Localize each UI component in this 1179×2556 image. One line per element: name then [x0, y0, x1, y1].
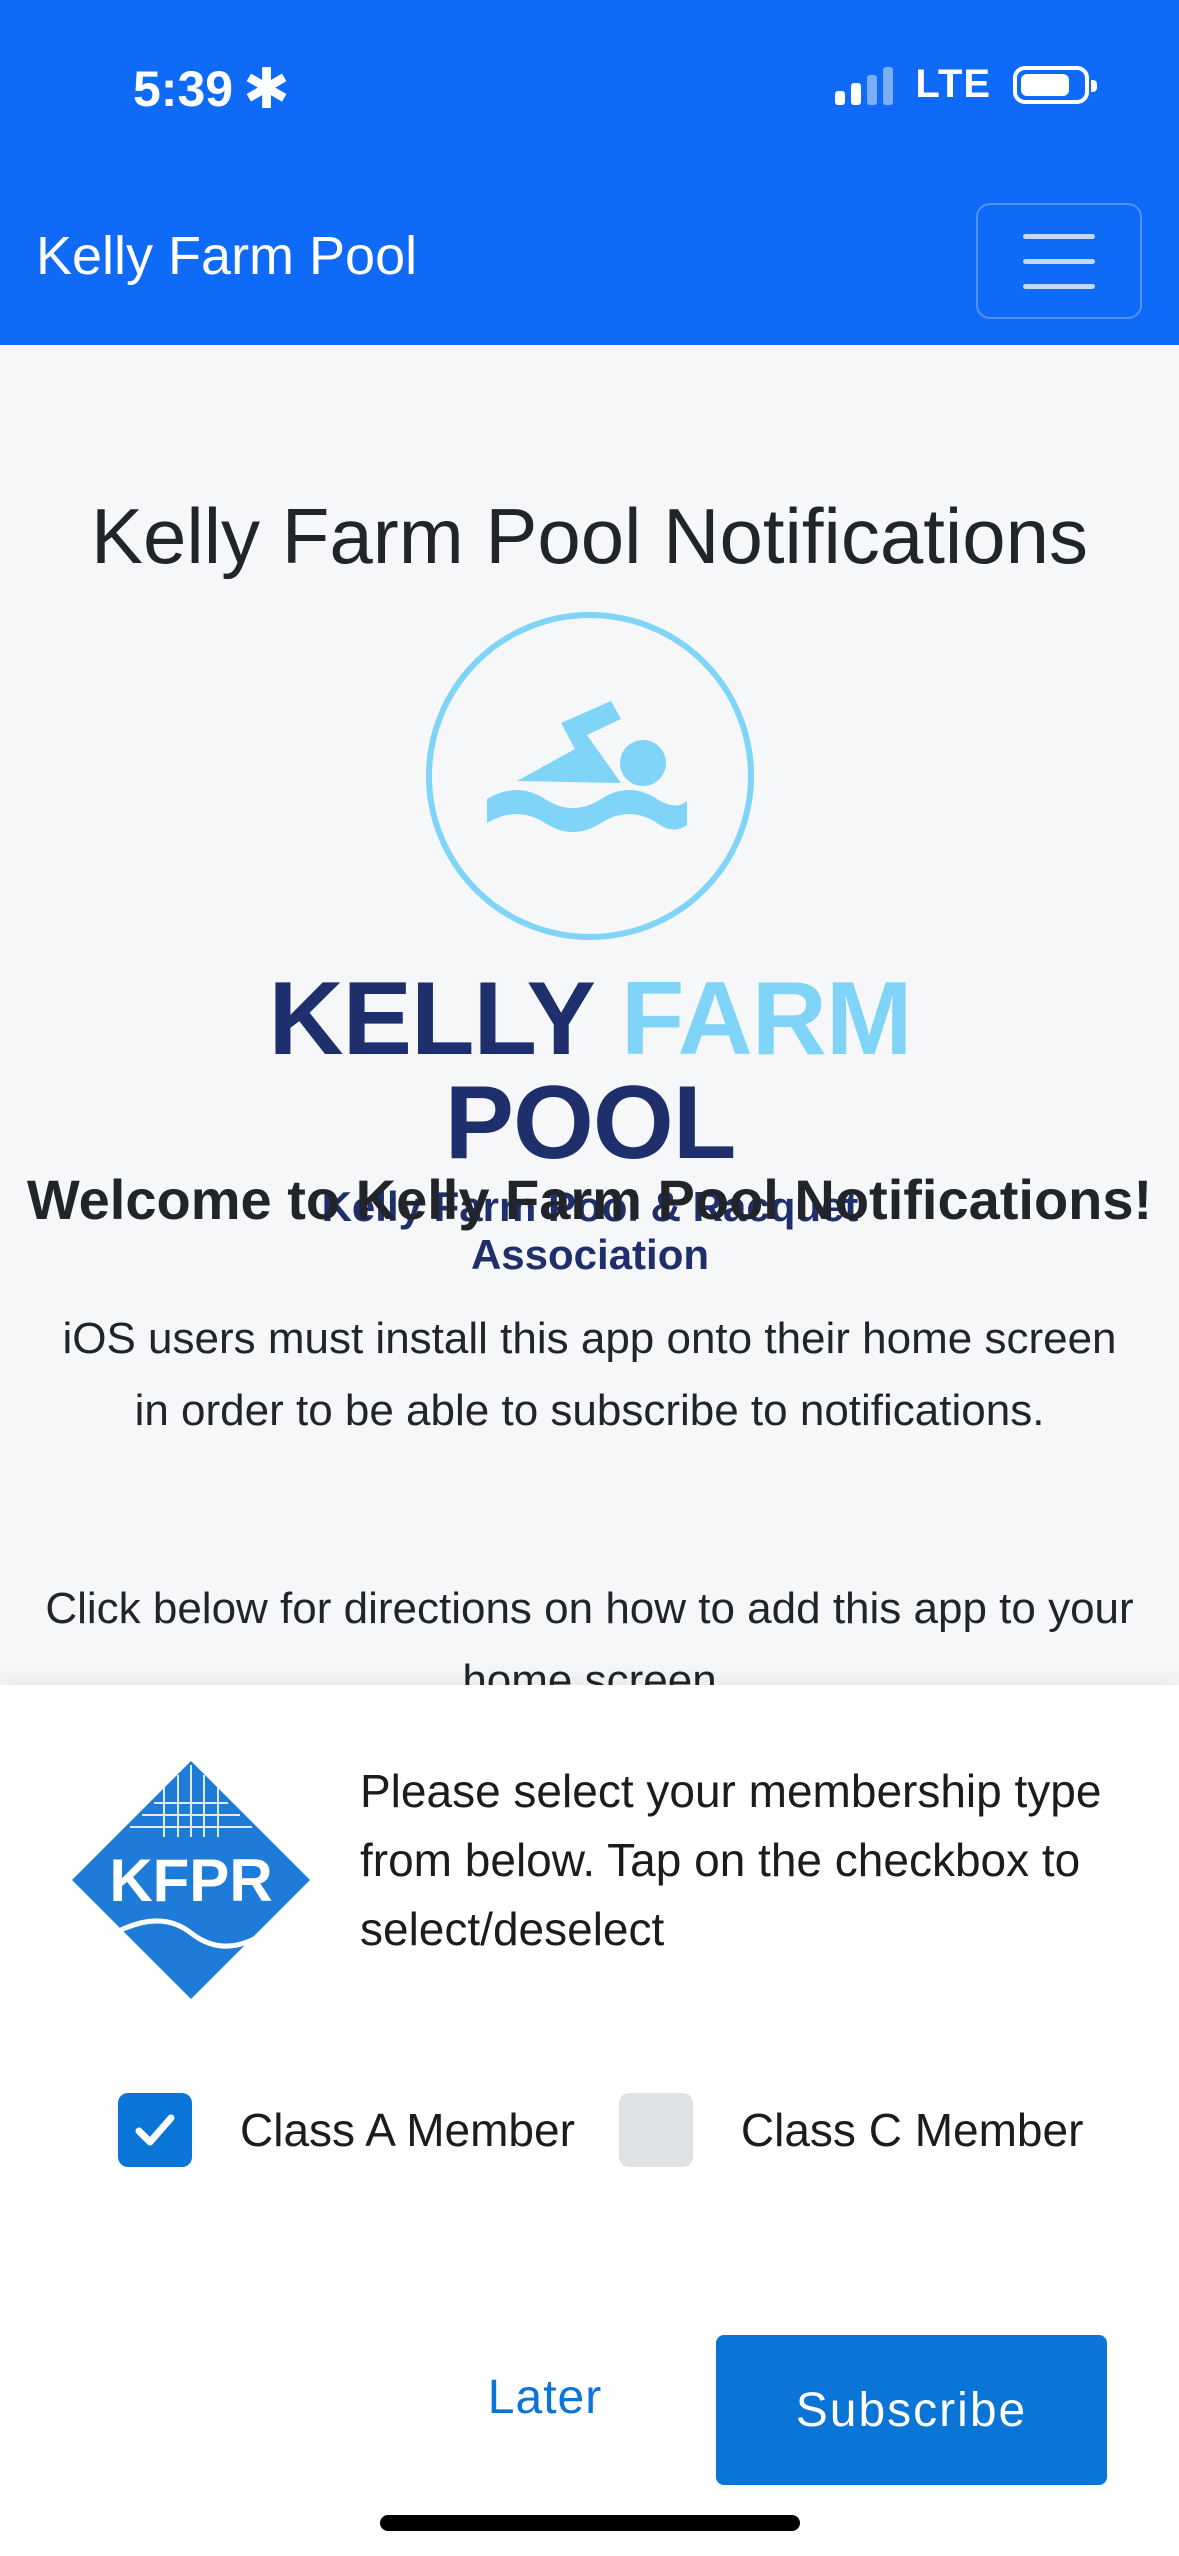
logo-pool: POOL: [444, 1065, 737, 1181]
kfpr-logo: KFPR: [72, 1761, 310, 1999]
menu-line: [1023, 258, 1095, 264]
logo-kelly: KELLY: [268, 961, 593, 1077]
class-c-checkbox[interactable]: [618, 2093, 693, 2167]
network-type: LTE: [915, 62, 991, 106]
navbar-brand[interactable]: Kelly Farm Pool: [36, 225, 417, 287]
battery-icon: [1013, 65, 1097, 104]
status-indicators: LTE: [835, 62, 1097, 107]
subscribe-button[interactable]: Subscribe: [716, 2335, 1107, 2485]
kfpr-logo-text: KFPR: [109, 1847, 272, 1914]
membership-prompt-text: Please select your membership type from …: [360, 1765, 1102, 1955]
home-indicator[interactable]: [380, 2515, 800, 2531]
kelly-farm-pool-logo: KELLY FARM POOL Kelly Farm Pool & Racque…: [210, 967, 970, 1279]
welcome-heading: Welcome to Kelly Farm Pool Notifications…: [26, 1168, 1153, 1231]
menu-line: [1023, 233, 1095, 239]
top-bar: 5:39 ✱ LTE Kelly Farm Pool: [0, 0, 1179, 345]
status-bar: 5:39 ✱ LTE: [0, 0, 1179, 170]
directions-text: Click below for directions on how to add…: [45, 1584, 1134, 1685]
ios-install-note: iOS users must install this app onto the…: [62, 1314, 1117, 1435]
membership-options: Class A Member Class C Member: [118, 2093, 1083, 2167]
swimmer-icon: [426, 612, 754, 940]
status-time: 5:39: [133, 61, 234, 117]
asterisk-icon: ✱: [243, 57, 290, 120]
subscription-prompt: KFPR Please select your membership type …: [0, 1685, 1179, 2556]
status-time-group: 5:39 ✱: [133, 56, 290, 122]
later-button[interactable]: Later: [430, 2335, 660, 2459]
class-a-checkbox[interactable]: [118, 2093, 192, 2167]
logo-farm: FARM: [620, 961, 913, 1077]
main-content: Kelly Farm Pool Notifications KELLY FARM…: [0, 345, 1179, 1685]
page-title: Kelly Farm Pool Notifications: [90, 492, 1088, 580]
checkmark-icon: [135, 2114, 175, 2146]
class-a-label: Class A Member: [240, 2104, 575, 2156]
menu-line: [1023, 283, 1095, 289]
option-class-c[interactable]: Class C Member: [618, 2093, 1084, 2167]
class-c-label: Class C Member: [740, 2104, 1084, 2156]
cellular-signal-icon: [835, 65, 894, 105]
option-class-a[interactable]: Class A Member: [118, 2093, 575, 2167]
menu-toggle-button[interactable]: [976, 203, 1142, 319]
